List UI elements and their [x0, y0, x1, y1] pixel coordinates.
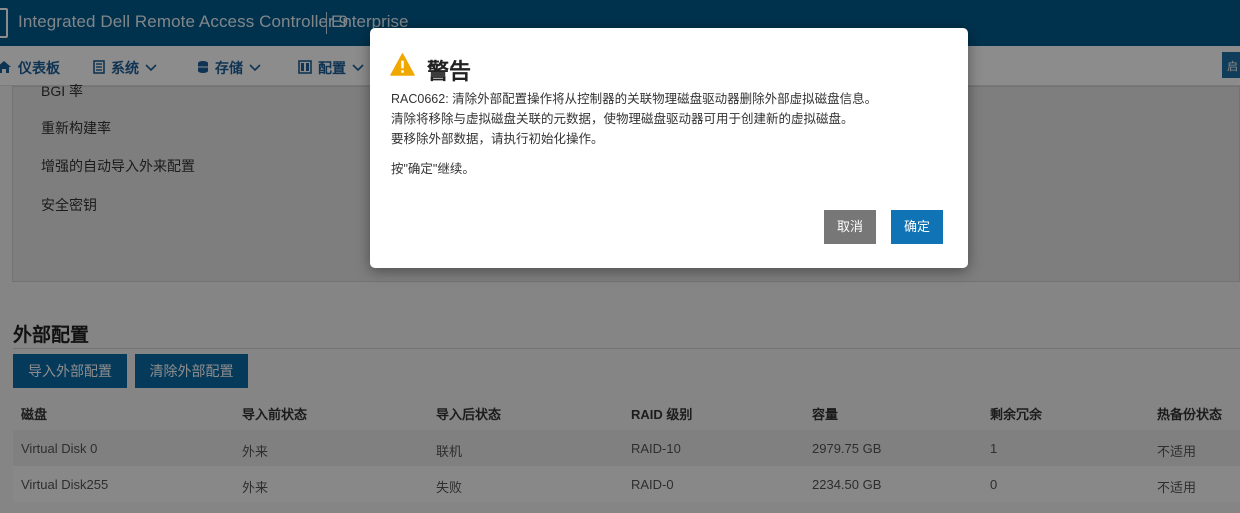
dialog-message-line: 要移除外部数据，请执行初始化操作。: [391, 132, 604, 146]
dialog-prompt: 按"确定"继续。: [391, 162, 475, 176]
dialog-message-line: 清除将移除与虚拟磁盘关联的元数据，使物理磁盘驱动器可用于创建新的虚拟磁盘。: [391, 112, 854, 126]
warning-dialog: 警告 RAC0662: 清除外部配置操作将从控制器的关联物理磁盘驱动器删除外部虚…: [370, 28, 968, 268]
warning-icon: [390, 53, 415, 76]
dialog-title: 警告: [427, 59, 472, 84]
dialog-message-line: RAC0662: 清除外部配置操作将从控制器的关联物理磁盘驱动器删除外部虚拟磁盘…: [391, 92, 878, 106]
ok-button[interactable]: 确定: [891, 210, 943, 244]
cancel-button[interactable]: 取消: [824, 210, 876, 244]
